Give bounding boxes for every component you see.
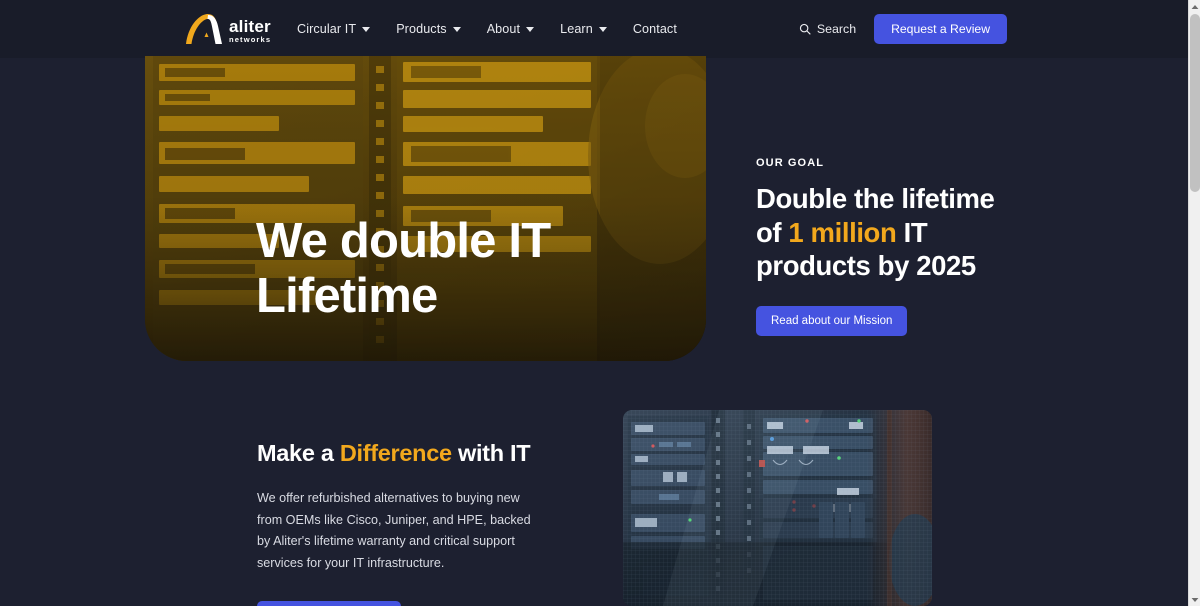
nav-label: Circular IT xyxy=(297,22,357,36)
hero-goal-block: OUR GOAL Double the lifetime of 1 millio… xyxy=(756,157,1056,336)
main-navigation: Circular IT Products About Learn Contact xyxy=(297,0,677,58)
goal-line-2-post: IT xyxy=(896,216,928,248)
goal-line-2-accent: 1 million xyxy=(788,216,897,248)
scrollbar-down-button[interactable] xyxy=(1189,593,1200,606)
chevron-down-icon xyxy=(452,26,461,32)
browser-viewport: aliter networks Circular IT Products Abo… xyxy=(0,0,1200,606)
difference-image-graphic xyxy=(623,410,932,606)
search-button[interactable]: Search xyxy=(799,22,856,36)
chevron-down-icon xyxy=(362,26,371,32)
difference-actions: Explore our Products Business Case of Ci… xyxy=(257,600,557,606)
chevron-down-icon xyxy=(526,26,535,32)
difference-title-pre: Make a xyxy=(257,440,340,466)
hero-eyebrow: OUR GOAL xyxy=(756,157,825,169)
difference-title: Make a Difference with IT xyxy=(257,440,557,467)
difference-title-post: with IT xyxy=(451,440,531,466)
nav-item-learn[interactable]: Learn xyxy=(560,16,620,42)
difference-body: We offer refurbished alternatives to buy… xyxy=(257,491,531,570)
svg-text:networks: networks xyxy=(229,35,271,44)
goal-line-1: Double the lifetime xyxy=(756,183,995,214)
search-icon xyxy=(799,23,811,35)
nav-item-circular-it[interactable]: Circular IT xyxy=(297,16,383,42)
logo-aliter-networks[interactable]: aliter networks xyxy=(181,11,281,49)
nav-item-contact[interactable]: Contact xyxy=(633,16,677,42)
chevron-down-icon xyxy=(598,26,607,32)
svg-text:aliter: aliter xyxy=(229,17,271,36)
header-actions: Search Request a Review xyxy=(799,0,1007,58)
nav-label: Products xyxy=(396,22,447,36)
hero-title: We double IT Lifetime xyxy=(256,214,551,323)
hero-section: We double IT Lifetime OUR GOAL Double th… xyxy=(0,56,1188,376)
page-content: aliter networks Circular IT Products Abo… xyxy=(0,0,1188,606)
nav-label: Learn xyxy=(560,22,593,36)
goal-line-3: products by 2025 xyxy=(756,250,976,282)
nav-item-about[interactable]: About xyxy=(487,16,547,42)
explore-our-products-button[interactable]: Explore our Products xyxy=(257,600,402,606)
search-label: Search xyxy=(816,22,857,36)
scrollbar-up-button[interactable] xyxy=(1189,0,1200,13)
scrollbar-thumb[interactable] xyxy=(1190,14,1200,192)
nav-item-products[interactable]: Products xyxy=(396,16,474,42)
hero-goal-heading: Double the lifetime of 1 million IT prod… xyxy=(756,182,1056,283)
difference-title-accent: Difference xyxy=(339,440,452,466)
chevron-up-icon xyxy=(1191,4,1199,9)
site-header: aliter networks Circular IT Products Abo… xyxy=(0,0,1188,58)
difference-text-block: Make a Difference with IT We offer refur… xyxy=(257,440,557,606)
nav-label: About xyxy=(486,22,521,36)
difference-image xyxy=(623,410,932,606)
nav-label: Contact xyxy=(632,22,677,36)
logo-icon: aliter networks xyxy=(186,13,271,44)
request-a-review-button[interactable]: Request a Review xyxy=(874,14,1007,44)
read-about-our-mission-button[interactable]: Read about our Mission xyxy=(756,305,908,336)
page-scrollbar[interactable] xyxy=(1188,0,1200,606)
goal-line-2-pre: of xyxy=(756,216,789,248)
chevron-down-icon xyxy=(1191,597,1199,602)
